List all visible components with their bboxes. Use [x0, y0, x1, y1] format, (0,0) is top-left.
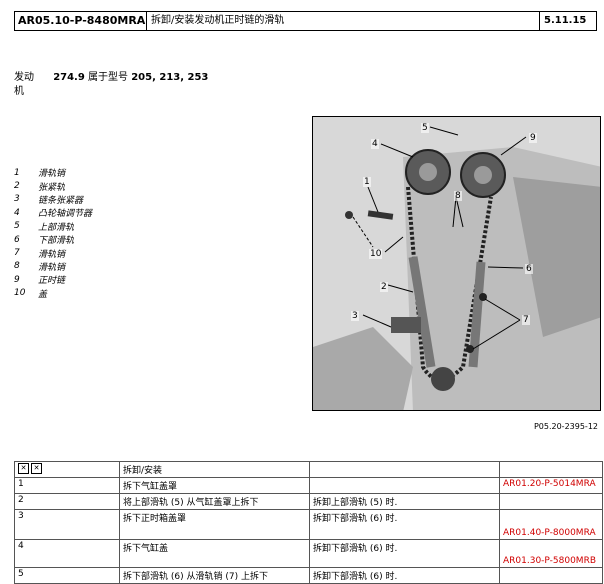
step-reference-link[interactable]: AR01.20-P-5014MRA [499, 477, 603, 494]
legend-text: 链条张紧器 [38, 195, 84, 206]
legend-item: 6 下部滑轨 [14, 233, 92, 247]
step-number: 1 [14, 477, 120, 494]
step-reference-link[interactable] [499, 493, 603, 510]
legend-item: 5 上部滑轨 [14, 220, 92, 233]
step-action: 拆下正时箱盖罩 [119, 509, 310, 540]
table-row: 2 将上部滑轨 (5) 从气缸盖罩上拆下 拆卸上部滑轨 (5) 时. [14, 493, 603, 510]
legend-number: 2 [14, 181, 20, 192]
figure-callout-2: 2 [380, 282, 388, 292]
engine-applicability: 发动 274.9 属于型号 205, 213, 253 机 [14, 71, 208, 99]
figure-callout-4: 4 [371, 139, 379, 149]
step-reference-link[interactable]: AR01.40-P-8000MRA [499, 509, 603, 540]
step-condition: 拆卸下部滑轨 (6) 时. [309, 509, 500, 540]
step-condition [309, 477, 500, 494]
step-action: 将上部滑轨 (5) 从气缸盖罩上拆下 [119, 493, 310, 510]
step-action: 拆下气缸盖 [119, 539, 310, 568]
legend-text: 凸轮轴调节器 [38, 209, 93, 220]
legend-text: 滑轨销 [38, 262, 66, 273]
info-icon: ✕ [31, 463, 42, 474]
figure-callout-8: 8 [454, 191, 462, 201]
legend-item: 10 盖 [14, 287, 92, 300]
legend-number: 7 [14, 248, 20, 259]
legend-number: 9 [14, 274, 20, 285]
legend-number: 8 [14, 261, 20, 272]
legend-text: 滑轨销 [38, 249, 66, 260]
step-number: 4 [14, 539, 120, 568]
legend-text: 盖 [38, 289, 48, 300]
step-number: 3 [14, 509, 120, 540]
table-row: 5 拆下部滑轨 (6) 从滑轨销 (7) 上拆下 拆卸下部滑轨 (6) 时. [14, 567, 603, 584]
legend-number: 4 [14, 207, 20, 218]
engine-models: 205, 213, 253 [131, 72, 209, 83]
parts-legend: 1 滑轨销 2 张紧轨 3 链条张紧器 4 凸轮轴调节器 5 上部滑轨 6 下部滑轨 7 滑轨销 8 滑轨销 9… [14, 166, 92, 300]
legend-item: 4 凸轮轴调节器 [14, 206, 93, 220]
legend-item: 2 张紧轨 [14, 179, 92, 193]
legend-number: 1 [14, 167, 20, 178]
legend-text: 下部滑轨 [38, 236, 75, 247]
procedure-table: ✕ ✕ 拆卸/安装 1 拆下气缸盖罩 AR01.20-P-5014MRA 2 将上部滑轨 … [14, 461, 603, 584]
figure-callout-7: 7 [522, 315, 530, 325]
table-row: 1 拆下气缸盖罩 AR01.20-P-5014MRA [14, 477, 603, 494]
document-title: 拆卸/安装发动机正时链的滑轨 [147, 12, 540, 30]
figure-callout-10: 10 [369, 249, 383, 259]
step-action: 拆下部滑轨 (6) 从滑轨销 (7) 上拆下 [119, 567, 310, 584]
engine-applies: 属于型号 [88, 72, 129, 83]
engine-label: 发动 [14, 72, 34, 83]
legend-item: 3 链条张紧器 [14, 193, 92, 206]
engine-label-line2: 机 [14, 86, 24, 97]
legend-text: 正时链 [38, 276, 66, 287]
warning-icon: ✕ [18, 463, 29, 474]
figure-callout-5: 5 [421, 123, 429, 133]
figure-callout-1: 1 [363, 177, 371, 187]
legend-text: 张紧轨 [38, 182, 66, 193]
legend-item: 7 滑轨销 [14, 246, 92, 260]
step-condition: 拆卸下部滑轨 (6) 时. [309, 567, 500, 584]
figure-callout-3: 3 [351, 311, 359, 321]
legend-number: 3 [14, 194, 20, 205]
step-number: 5 [14, 567, 120, 584]
engine-number: 274.9 [53, 72, 85, 83]
legend-text: 上部滑轨 [38, 222, 75, 233]
figure-callout-9: 9 [529, 133, 537, 143]
legend-item: 1 滑轨销 [14, 166, 92, 180]
legend-text: 滑轨销 [38, 169, 66, 180]
legend-item: 8 滑轨销 [14, 260, 92, 273]
step-reference-link[interactable]: AR01.30-P-5800MRB [499, 539, 603, 568]
table-row: 3 拆下正时箱盖罩 拆卸下部滑轨 (6) 时. AR01.40-P-8000MRA [14, 509, 603, 540]
table-header-col4 [499, 461, 603, 478]
step-condition: 拆卸下部滑轨 (6) 时. [309, 539, 500, 568]
table-header-title: 拆卸/安装 [119, 461, 310, 478]
step-reference-link[interactable] [499, 567, 603, 584]
document-date: 5.11.15 [544, 15, 587, 26]
legend-number: 5 [14, 221, 20, 232]
step-condition: 拆卸上部滑轨 (5) 时. [309, 493, 500, 510]
table-header-col3 [309, 461, 500, 478]
step-number: 2 [14, 493, 120, 510]
legend-item: 9 正时链 [14, 273, 92, 287]
step-action: 拆下气缸盖罩 [119, 477, 310, 494]
legend-number: 6 [14, 234, 20, 245]
figure-caption: P05.20-2395-12 [533, 422, 598, 431]
table-row: 4 拆下气缸盖 拆卸下部滑轨 (6) 时. AR01.30-P-5800MRB [14, 539, 603, 568]
engine-illustration [313, 117, 600, 410]
figure-callout-6: 6 [525, 264, 533, 274]
table-header-row: ✕ ✕ 拆卸/安装 [14, 461, 603, 478]
table-header-icons: ✕ ✕ [14, 461, 120, 478]
timing-chain-figure: 5 4 9 1 8 10 6 2 3 7 [312, 116, 601, 411]
document-header: AR05.10-P-8480MRA 拆卸/安装发动机正时链的滑轨 5.11.15 [14, 11, 597, 31]
legend-number: 10 [14, 288, 26, 299]
document-code: AR05.10-P-8480MRA [15, 12, 147, 30]
